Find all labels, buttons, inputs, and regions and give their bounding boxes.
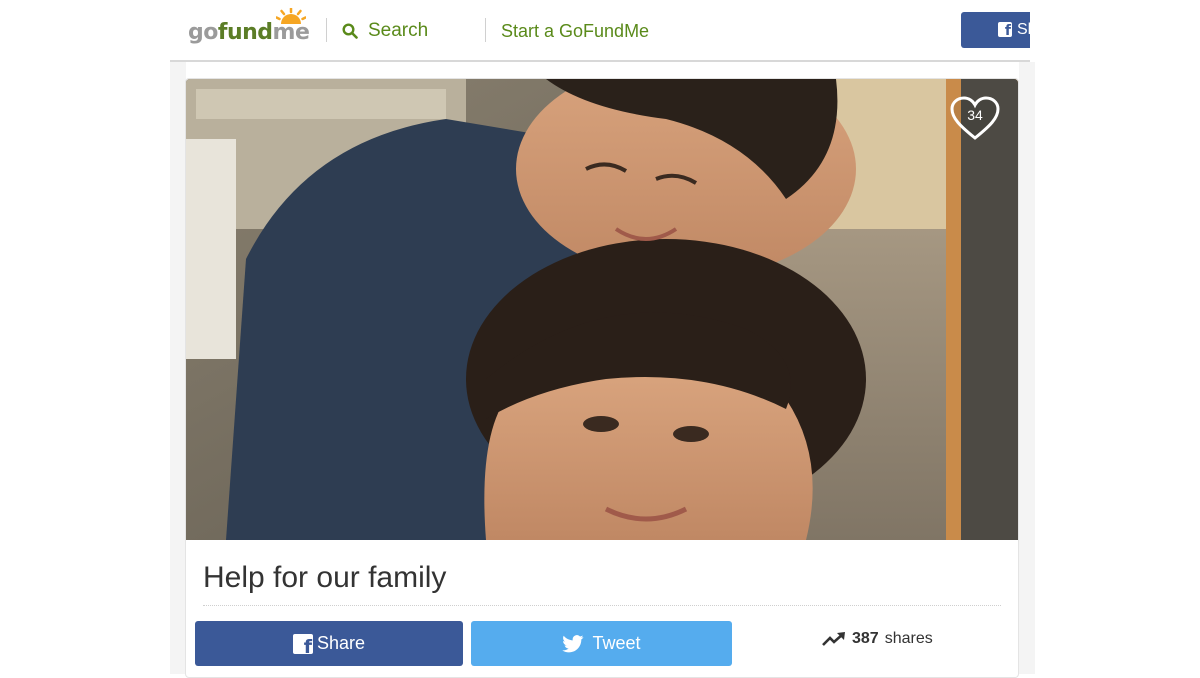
campaign-photo[interactable] xyxy=(186,79,1018,540)
logo-go: go xyxy=(188,20,218,45)
facebook-share-label: Share xyxy=(316,633,366,653)
logo-me: me xyxy=(272,20,310,45)
tweet-button[interactable]: Tweet xyxy=(471,621,732,666)
search-icon xyxy=(342,23,358,39)
site-header: gofundme Search Start a GoFundMe f Sh xyxy=(170,0,1030,62)
page-gutter-right xyxy=(1019,62,1035,674)
header-divider xyxy=(485,18,486,42)
header-facebook-share-button[interactable]: f Sh xyxy=(961,12,1030,48)
logo-fund: fund xyxy=(217,20,273,45)
header-divider xyxy=(326,18,327,42)
facebook-icon: f xyxy=(998,22,1012,39)
tweet-label: Tweet xyxy=(592,633,641,653)
title-divider xyxy=(203,605,1001,606)
logo-wordmark: gofundme xyxy=(188,20,310,46)
shares-counter: 387 shares xyxy=(822,626,933,652)
heart-count: 34 xyxy=(967,107,983,123)
header-share-label: Sh xyxy=(1017,21,1030,38)
shares-suffix: shares xyxy=(884,630,933,647)
gofundme-logo[interactable]: gofundme xyxy=(188,8,310,48)
twitter-icon xyxy=(562,634,584,652)
start-gofundme-link[interactable]: Start a GoFundMe xyxy=(501,16,649,46)
start-gofundme-label: Start a GoFundMe xyxy=(501,20,650,41)
search-label: Search xyxy=(368,20,429,41)
campaign-title: Help for our family xyxy=(203,561,447,594)
trending-up-icon xyxy=(822,632,845,646)
campaign-photo-image xyxy=(186,79,1018,540)
shares-count: 387 xyxy=(852,630,879,647)
facebook-icon: f xyxy=(292,633,313,654)
heart-button[interactable]: 34 xyxy=(950,96,1000,142)
facebook-share-button[interactable]: f Share xyxy=(195,621,463,666)
search-button[interactable]: Search xyxy=(342,16,428,46)
page-gutter-left xyxy=(170,62,186,674)
